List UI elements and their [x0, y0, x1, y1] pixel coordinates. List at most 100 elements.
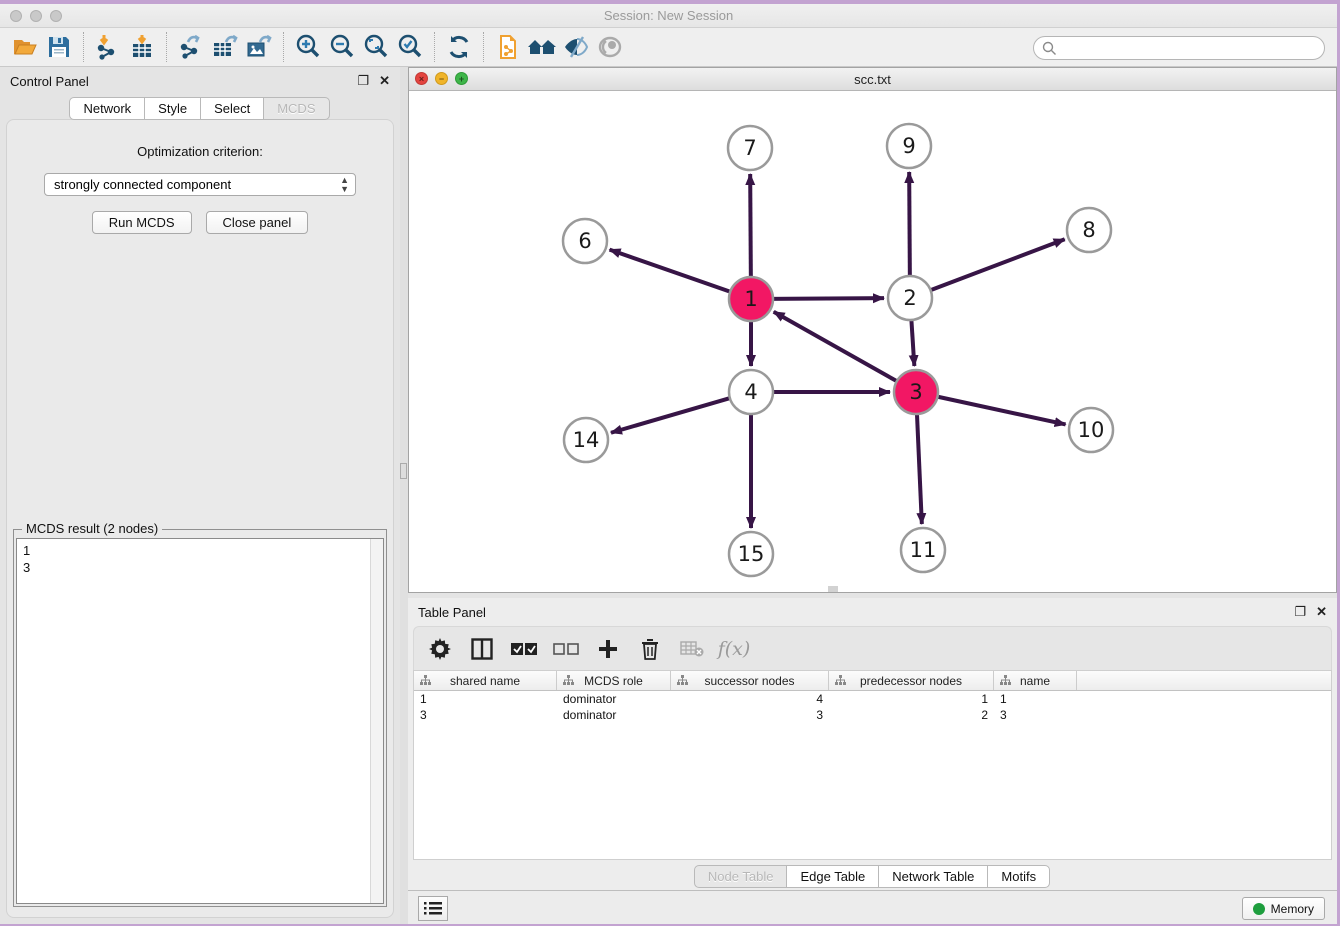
tab-style[interactable]: Style — [144, 97, 201, 120]
cell-predecessor-nodes[interactable]: 1 — [829, 692, 994, 706]
toolbar-separator — [283, 32, 284, 62]
new-network-from-file-icon[interactable] — [491, 32, 525, 62]
optimization-criterion-label: Optimization criterion: — [7, 144, 393, 159]
create-column-icon[interactable] — [594, 635, 622, 663]
zoom-fit-icon[interactable] — [359, 32, 393, 62]
home-layout-icon[interactable] — [525, 32, 559, 62]
task-history-button[interactable] — [418, 896, 448, 921]
open-session-icon[interactable] — [8, 32, 42, 62]
toolbar-separator — [166, 32, 167, 62]
cell-name[interactable]: 3 — [994, 708, 1077, 722]
search-input[interactable] — [1057, 38, 1324, 58]
export-network-icon[interactable] — [174, 32, 208, 62]
node-label-3: 3 — [909, 380, 922, 404]
network-close-icon[interactable]: × — [415, 72, 428, 85]
edge-2-3[interactable] — [911, 318, 914, 366]
edge-1-2[interactable] — [771, 298, 884, 299]
cell-predecessor-nodes[interactable]: 2 — [829, 708, 994, 722]
control-panel: Control Panel ❐ ✕ NetworkStyleSelectMCDS… — [0, 67, 400, 924]
export-image-icon[interactable] — [242, 32, 276, 62]
network-maximize-icon[interactable]: + — [455, 72, 468, 85]
run-mcds-button[interactable]: Run MCDS — [92, 211, 192, 234]
column-header-MCDS-role[interactable]: MCDS role — [557, 671, 671, 690]
show-columns-icon[interactable] — [468, 635, 496, 663]
close-panel-button[interactable]: Close panel — [206, 211, 309, 234]
cell-successor-nodes[interactable]: 4 — [671, 692, 829, 706]
table-panel-title: Table Panel — [418, 605, 486, 620]
table-row[interactable]: 1dominator411 — [414, 691, 1331, 707]
cell-name[interactable]: 1 — [994, 692, 1077, 706]
panel-divider[interactable] — [400, 67, 408, 924]
edge-3-11[interactable] — [917, 412, 922, 524]
table-float-panel-icon[interactable]: ❐ — [1294, 604, 1306, 620]
zoom-out-icon[interactable] — [325, 32, 359, 62]
close-panel-icon[interactable]: ✕ — [379, 73, 390, 89]
network-minimize-icon[interactable]: − — [435, 72, 448, 85]
table-row[interactable]: 3dominator323 — [414, 707, 1331, 723]
edge-4-14[interactable] — [611, 398, 732, 433]
network-window-title: scc.txt — [409, 72, 1336, 87]
result-scrollbar[interactable] — [370, 539, 383, 903]
cell-successor-nodes[interactable]: 3 — [671, 708, 829, 722]
network-graph[interactable]: 7968124314101511 — [409, 91, 1336, 592]
tab-node-table[interactable]: Node Table — [694, 865, 788, 888]
network-window-titlebar: × − + scc.txt — [409, 68, 1336, 91]
minimize-window-icon[interactable] — [30, 10, 42, 22]
node-table[interactable]: shared nameMCDS rolesuccessor nodesprede… — [413, 670, 1332, 860]
column-header-name[interactable]: name — [994, 671, 1077, 690]
column-header-successor-nodes[interactable]: successor nodes — [671, 671, 829, 690]
delete-column-trash-icon[interactable] — [636, 635, 664, 663]
table-close-panel-icon[interactable]: ✕ — [1316, 604, 1327, 620]
node-label-6: 6 — [578, 229, 591, 253]
edge-1-6[interactable] — [610, 250, 733, 293]
edge-3-1[interactable] — [774, 312, 899, 382]
edge-2-9[interactable] — [909, 172, 910, 278]
cell-MCDS-role[interactable]: dominator — [557, 692, 671, 706]
cell-shared-name[interactable]: 3 — [414, 708, 557, 722]
delete-table-icon — [678, 635, 706, 663]
tab-network[interactable]: Network — [69, 97, 145, 120]
status-bar: Memory — [408, 890, 1337, 924]
import-table-icon[interactable] — [125, 32, 159, 62]
unselect-all-columns-icon[interactable] — [552, 635, 580, 663]
mcds-panel: Optimization criterion: strongly connect… — [6, 119, 394, 918]
select-all-columns-icon[interactable] — [510, 635, 538, 663]
edge-3-10[interactable] — [936, 396, 1066, 424]
tab-motifs[interactable]: Motifs — [987, 865, 1050, 888]
network-canvas[interactable]: 7968124314101511 — [409, 91, 1336, 592]
column-header-predecessor-nodes[interactable]: predecessor nodes — [829, 671, 994, 690]
close-window-icon[interactable] — [10, 10, 22, 22]
node-label-4: 4 — [744, 380, 757, 404]
table-settings-gear-icon[interactable] — [426, 635, 454, 663]
node-label-8: 8 — [1082, 218, 1095, 242]
app-window: Session: New Session — [0, 4, 1337, 924]
import-network-icon[interactable] — [91, 32, 125, 62]
cell-shared-name[interactable]: 1 — [414, 692, 557, 706]
maximize-window-icon[interactable] — [50, 10, 62, 22]
column-type-icon — [835, 675, 846, 686]
zoom-selected-icon[interactable] — [393, 32, 427, 62]
save-session-icon[interactable] — [42, 32, 76, 62]
criterion-select[interactable]: strongly connected component ▲▼ — [44, 173, 356, 196]
divider-handle-icon[interactable] — [400, 463, 407, 479]
refresh-view-icon[interactable] — [442, 32, 476, 62]
tab-mcds[interactable]: MCDS — [263, 97, 329, 120]
search-icon — [1042, 41, 1057, 56]
edge-2-8[interactable] — [929, 239, 1065, 291]
memory-button[interactable]: Memory — [1242, 897, 1325, 920]
function-builder-icon: f(x) — [720, 635, 748, 663]
tab-network-table[interactable]: Network Table — [878, 865, 988, 888]
column-header-shared-name[interactable]: shared name — [414, 671, 557, 690]
canvas-hscrollbar-thumb[interactable] — [828, 586, 838, 592]
export-table-icon[interactable] — [208, 32, 242, 62]
float-panel-icon[interactable]: ❐ — [357, 73, 369, 89]
hide-graphics-details-icon[interactable] — [559, 32, 593, 62]
table-body: 1dominator4113dominator323 — [414, 691, 1331, 723]
tab-select[interactable]: Select — [200, 97, 264, 120]
edge-1-7[interactable] — [750, 174, 751, 279]
zoom-in-icon[interactable] — [291, 32, 325, 62]
cell-MCDS-role[interactable]: dominator — [557, 708, 671, 722]
search-field[interactable] — [1033, 36, 1325, 60]
tab-edge-table[interactable]: Edge Table — [786, 865, 879, 888]
show-graphics-details-icon[interactable] — [593, 32, 627, 62]
